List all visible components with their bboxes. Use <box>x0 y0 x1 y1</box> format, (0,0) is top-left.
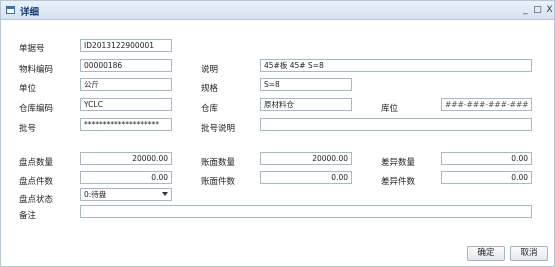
detail-dialog: 详细 _ □ X 单据号 ID2013122900001 物料编码 000001… <box>0 0 555 267</box>
material-code-label: 物料编码 <box>19 65 54 75</box>
wh-code-field[interactable]: YCLC <box>80 98 172 111</box>
batch-desc-label: 批号说明 <box>201 124 236 134</box>
chevron-down-icon[interactable] <box>162 192 168 196</box>
ok-button[interactable]: 确定 <box>467 246 505 261</box>
remark-label: 备注 <box>19 211 37 221</box>
minimize-button[interactable]: _ <box>520 4 531 16</box>
diff-qty-field[interactable]: 0.00 <box>441 152 532 165</box>
close-button[interactable]: X <box>544 4 555 16</box>
diff-pcs-label: 差异件数 <box>381 177 416 187</box>
maximize-button[interactable]: □ <box>532 4 543 16</box>
title-bar: 详细 _ □ X <box>1 1 554 20</box>
description-label: 说明 <box>201 65 219 75</box>
doc-no-label: 单据号 <box>19 44 45 54</box>
location-field[interactable]: ###-###-###-### <box>441 98 532 111</box>
status-selected-value: 0:待盘 <box>84 190 107 199</box>
count-qty-label: 盘点数量 <box>19 158 54 168</box>
spec-label: 规格 <box>201 84 219 94</box>
window-icon <box>6 6 15 14</box>
wh-code-label: 仓库编码 <box>19 104 54 114</box>
count-pcs-field[interactable]: 0.00 <box>80 171 172 184</box>
batch-no-label: 批号 <box>19 124 37 134</box>
diff-qty-label: 差异数量 <box>381 158 416 168</box>
warehouse-field[interactable]: 原材料仓 <box>260 98 352 111</box>
doc-no-field[interactable]: ID2013122900001 <box>80 39 172 52</box>
count-qty-field[interactable]: 20000.00 <box>80 152 172 165</box>
unit-field[interactable]: 公斤 <box>80 78 172 91</box>
location-label: 库位 <box>381 104 399 114</box>
batch-no-field[interactable]: ******************** <box>80 118 172 131</box>
material-code-field[interactable]: 00000186 <box>80 59 172 72</box>
remark-field[interactable] <box>80 205 532 218</box>
book-pcs-label: 账面件数 <box>201 177 236 187</box>
diff-pcs-field[interactable]: 0.00 <box>441 171 532 184</box>
status-label: 盘点状态 <box>19 195 54 205</box>
cancel-button[interactable]: 取消 <box>510 246 548 261</box>
warehouse-label: 仓库 <box>201 104 219 114</box>
count-pcs-label: 盘点件数 <box>19 177 54 187</box>
book-pcs-field[interactable]: 0.00 <box>260 171 352 184</box>
batch-desc-field[interactable] <box>260 118 532 131</box>
book-qty-field[interactable]: 20000.00 <box>260 152 352 165</box>
spec-field[interactable]: S=8 <box>260 78 352 91</box>
description-field[interactable]: 45#板 45# S=8 <box>260 59 532 72</box>
status-select[interactable]: 0:待盘 <box>80 188 172 201</box>
unit-label: 单位 <box>19 84 37 94</box>
dialog-title: 详细 <box>20 7 40 18</box>
book-qty-label: 账面数量 <box>201 158 236 168</box>
